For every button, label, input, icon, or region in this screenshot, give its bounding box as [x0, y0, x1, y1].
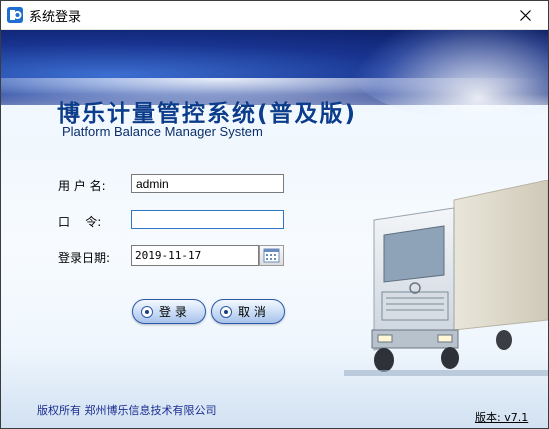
date-label: 登录日期: — [58, 251, 111, 265]
calendar-icon — [263, 248, 280, 263]
version-link[interactable]: 版本: v7.1 — [475, 409, 528, 425]
cancel-button-label: 取 消 — [238, 305, 266, 319]
app-logo-icon — [7, 7, 23, 23]
login-panel: 博乐计量管控系统(普及版) Platform Balance Manager S… — [1, 30, 548, 428]
close-icon — [519, 9, 531, 21]
login-button-label: 登 录 — [159, 305, 187, 319]
password-label: 口 令: — [58, 215, 102, 229]
username-input[interactable]: admin — [131, 174, 284, 193]
login-button[interactable]: 登 录 — [132, 299, 206, 324]
login-date-input[interactable]: 2019-11-17 — [131, 245, 259, 266]
login-window: 系统登录 博乐计量管控系统(普及版) Platform Balance Mana… — [0, 0, 549, 429]
truck-illustration — [344, 180, 548, 376]
cancel-button[interactable]: 取 消 — [211, 299, 285, 324]
radio-dot-icon — [141, 305, 153, 318]
username-label: 用 户 名: — [58, 179, 106, 193]
copyright-text: 版权所有 郑州博乐信息技术有限公司 — [37, 404, 217, 417]
password-input[interactable] — [131, 210, 284, 229]
radio-dot-icon — [220, 305, 232, 318]
calendar-button[interactable] — [259, 245, 284, 266]
window-title: 系统登录 — [29, 10, 82, 25]
app-title: 博乐计量管控系统(普及版) — [57, 101, 358, 127]
close-button[interactable] — [502, 1, 548, 29]
title-bar: 系统登录 — [1, 1, 548, 30]
app-subtitle: Platform Balance Manager System — [62, 124, 263, 139]
